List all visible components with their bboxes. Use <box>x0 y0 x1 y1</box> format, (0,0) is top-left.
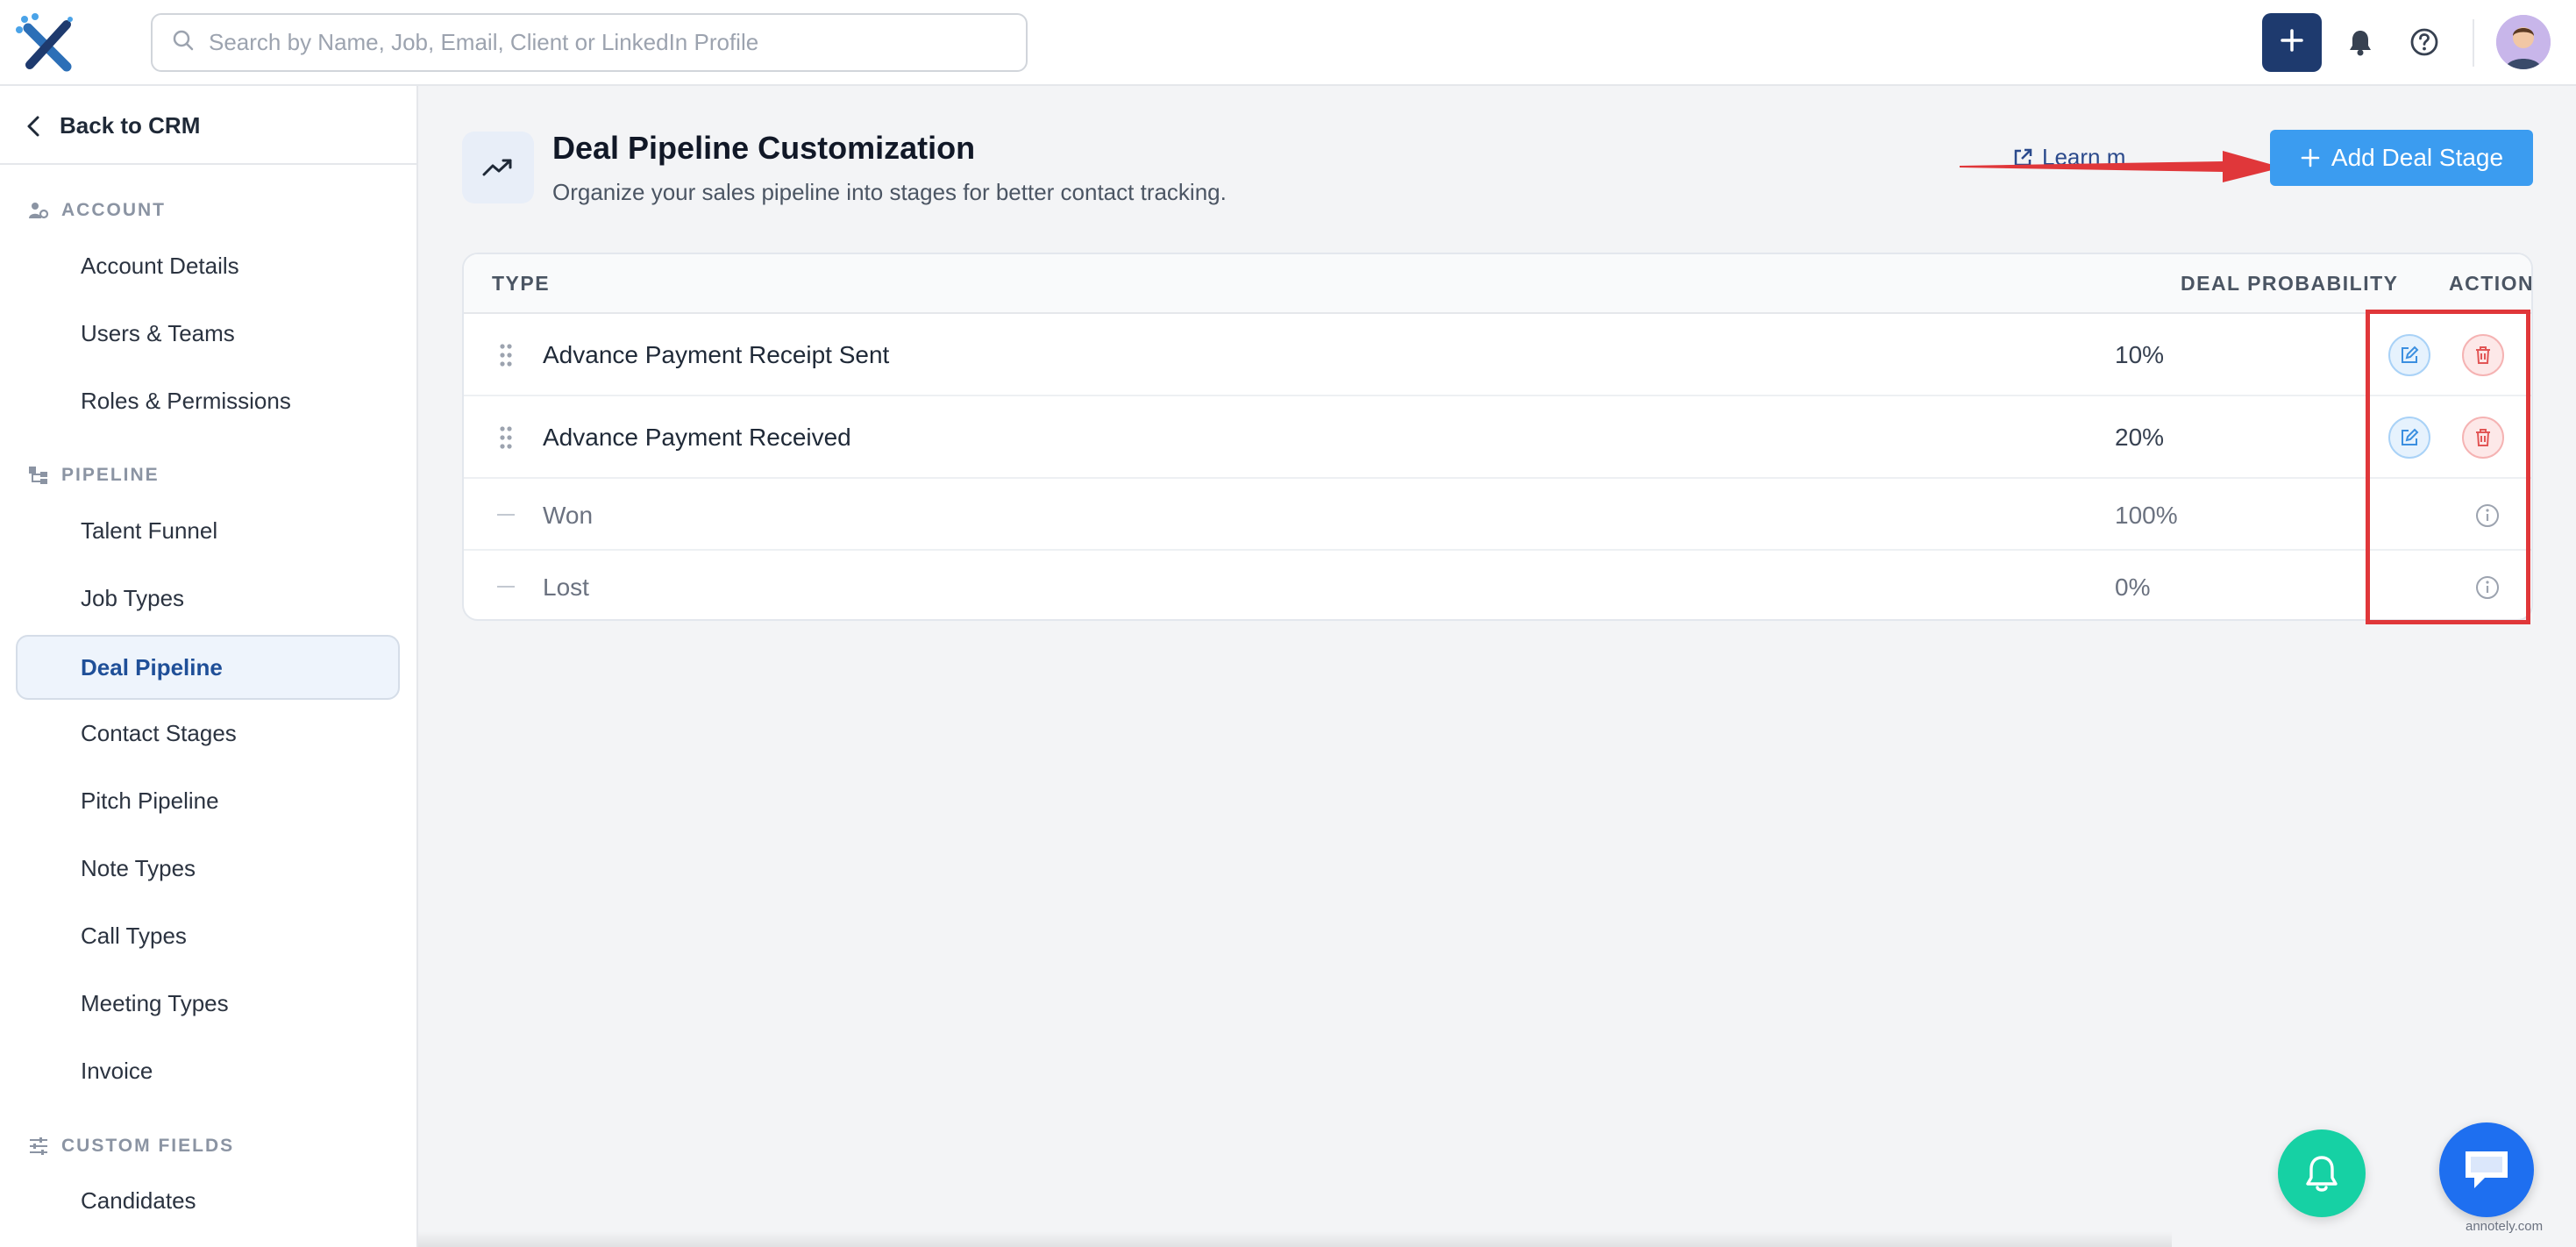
sidebar-item-call-types[interactable]: Call Types <box>81 923 187 950</box>
sidebar-item-talent-funnel[interactable]: Talent Funnel <box>81 517 217 545</box>
bell-icon[interactable] <box>2343 25 2378 60</box>
column-header-actions: ACTIONS <box>2449 272 2533 295</box>
search-bar[interactable] <box>151 13 1028 72</box>
pipeline-icon <box>29 467 47 484</box>
avatar[interactable] <box>2496 15 2551 69</box>
plus-icon <box>2301 148 2320 167</box>
notification-fab[interactable] <box>2278 1129 2366 1217</box>
sidebar-item-pitch-pipeline[interactable]: Pitch Pipeline <box>81 787 219 815</box>
table-row[interactable]: Advance Payment Received 20% <box>464 396 2531 479</box>
section-pipeline: PIPELINE <box>28 465 160 486</box>
add-deal-stage-button[interactable]: Add Deal Stage <box>2270 130 2533 186</box>
column-header-probability: DEAL PROBABILITY <box>2181 272 2399 295</box>
table-header: TYPE DEAL PROBABILITY ACTIONS <box>464 254 2531 314</box>
chat-icon <box>2466 1151 2508 1188</box>
chat-fab[interactable] <box>2439 1122 2534 1217</box>
stage-probability: 20% <box>2115 424 2165 451</box>
main-content: Deal Pipeline Customization Organize you… <box>418 86 2576 1247</box>
users-gear-icon <box>29 203 49 219</box>
sidebar-item-invoice[interactable]: Invoice <box>81 1058 153 1085</box>
sidebar-item-account-details[interactable]: Account Details <box>81 253 239 280</box>
stage-probability: 10% <box>2115 341 2165 368</box>
stage-name: Advance Payment Received <box>543 424 851 451</box>
sidebar-item-contact-stages[interactable]: Contact Stages <box>81 720 237 747</box>
scroll-shadow <box>418 1231 2172 1247</box>
trending-up-icon <box>462 132 534 203</box>
section-custom-fields: CUSTOM FIELDS <box>28 1136 234 1157</box>
table-row[interactable]: Advance Payment Receipt Sent 10% <box>464 314 2531 396</box>
sidebar-item-job-types[interactable]: Job Types <box>81 585 184 612</box>
locked-indicator <box>497 586 515 588</box>
back-to-crm-link[interactable]: Back to CRM <box>26 112 200 139</box>
page-title: Deal Pipeline Customization <box>552 130 976 166</box>
sidebar-item-meeting-types[interactable]: Meeting Types <box>81 990 229 1017</box>
sidebar-item-note-types[interactable]: Note Types <box>81 855 196 882</box>
sidebar-item-users-teams[interactable]: Users & Teams <box>81 320 235 347</box>
column-header-type: TYPE <box>492 272 551 295</box>
table-row: Won 100% <box>464 479 2531 551</box>
annotation-arrow <box>1960 151 2282 182</box>
drag-handle-icon[interactable] <box>499 343 513 367</box>
sidebar-item-candidates[interactable]: Candidates <box>81 1187 196 1215</box>
watermark: annotely.com <box>2466 1219 2544 1234</box>
search-icon <box>172 29 195 56</box>
sidebar-item-roles-permissions[interactable]: Roles & Permissions <box>81 388 291 415</box>
sidebar-item-deal-pipeline[interactable]: Deal Pipeline <box>16 635 400 700</box>
bell-icon <box>2306 1156 2338 1192</box>
plus-icon <box>2279 27 2305 58</box>
deal-stages-table: TYPE DEAL PROBABILITY ACTIONS Advance Pa… <box>462 253 2533 621</box>
help-icon[interactable] <box>2407 25 2442 60</box>
stage-name: Won <box>543 502 594 529</box>
sidebar: Back to CRM ACCOUNT Account Details User… <box>0 86 418 1247</box>
search-input[interactable] <box>209 29 998 56</box>
top-bar <box>0 0 2576 86</box>
annotation-highlight-box <box>2366 310 2530 624</box>
logo-icon[interactable] <box>16 12 79 72</box>
sidebar-item-label: Deal Pipeline <box>81 653 223 681</box>
create-new-button[interactable] <box>2262 13 2322 72</box>
stage-probability: 100% <box>2115 502 2178 529</box>
page-subtitle: Organize your sales pipeline into stages… <box>552 179 1227 205</box>
table-row: Lost 0% <box>464 551 2531 619</box>
section-account: ACCOUNT <box>28 200 166 221</box>
divider <box>2473 19 2474 67</box>
locked-indicator <box>497 514 515 516</box>
stage-name: Lost <box>543 574 589 601</box>
drag-handle-icon[interactable] <box>499 425 513 450</box>
divider <box>0 163 416 165</box>
back-label: Back to CRM <box>60 112 201 139</box>
chevron-left-icon <box>27 116 39 136</box>
stage-probability: 0% <box>2115 574 2151 601</box>
stage-name: Advance Payment Receipt Sent <box>543 341 890 368</box>
sliders-icon <box>30 1137 47 1155</box>
